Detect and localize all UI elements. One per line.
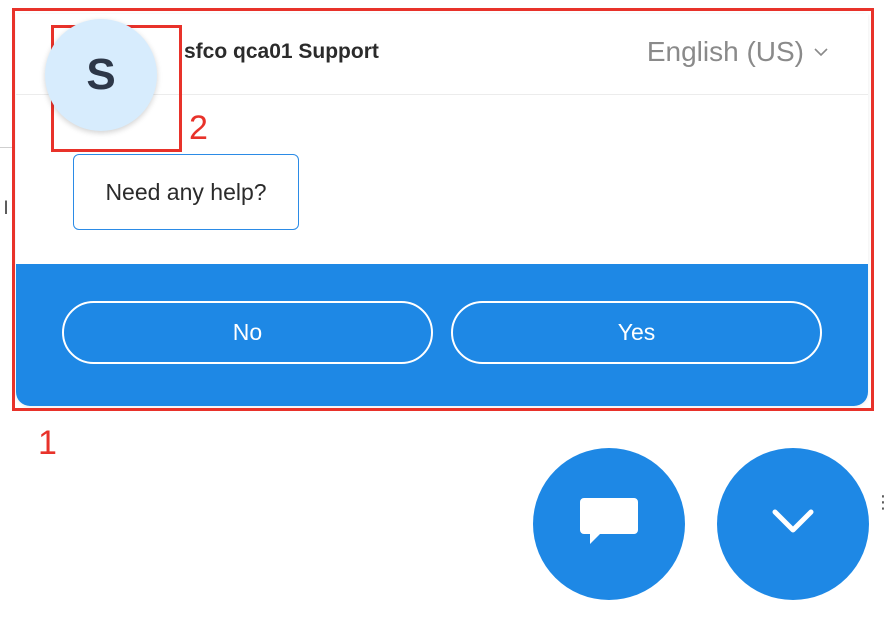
action-bar: No Yes [16,264,868,406]
agent-name: sfco qca01 Support [184,40,379,63]
page-more-icon[interactable]: ⋮ [874,492,892,513]
open-chat-button[interactable] [533,448,685,600]
message-text: Need any help? [105,178,267,205]
chevron-down-icon [814,47,828,57]
page-divider [0,147,12,148]
yes-button[interactable]: Yes [451,301,822,364]
annotation-label-1: 1 [38,424,57,462]
message-bubble: Need any help? [73,154,299,230]
language-label: English (US) [646,36,804,67]
yes-button-label: Yes [617,319,656,345]
avatar-letter: S [86,50,116,99]
no-button[interactable]: No [62,301,433,364]
agent-avatar: S [45,19,157,131]
annotation-label-2: 2 [189,109,208,147]
page-text-fragment: l [4,198,8,218]
no-button-label: No [232,319,263,345]
language-selector[interactable]: English (US) [647,36,828,68]
chevron-down-icon [771,508,815,541]
chat-bubble-icon [578,496,640,553]
minimize-button[interactable] [717,448,869,600]
